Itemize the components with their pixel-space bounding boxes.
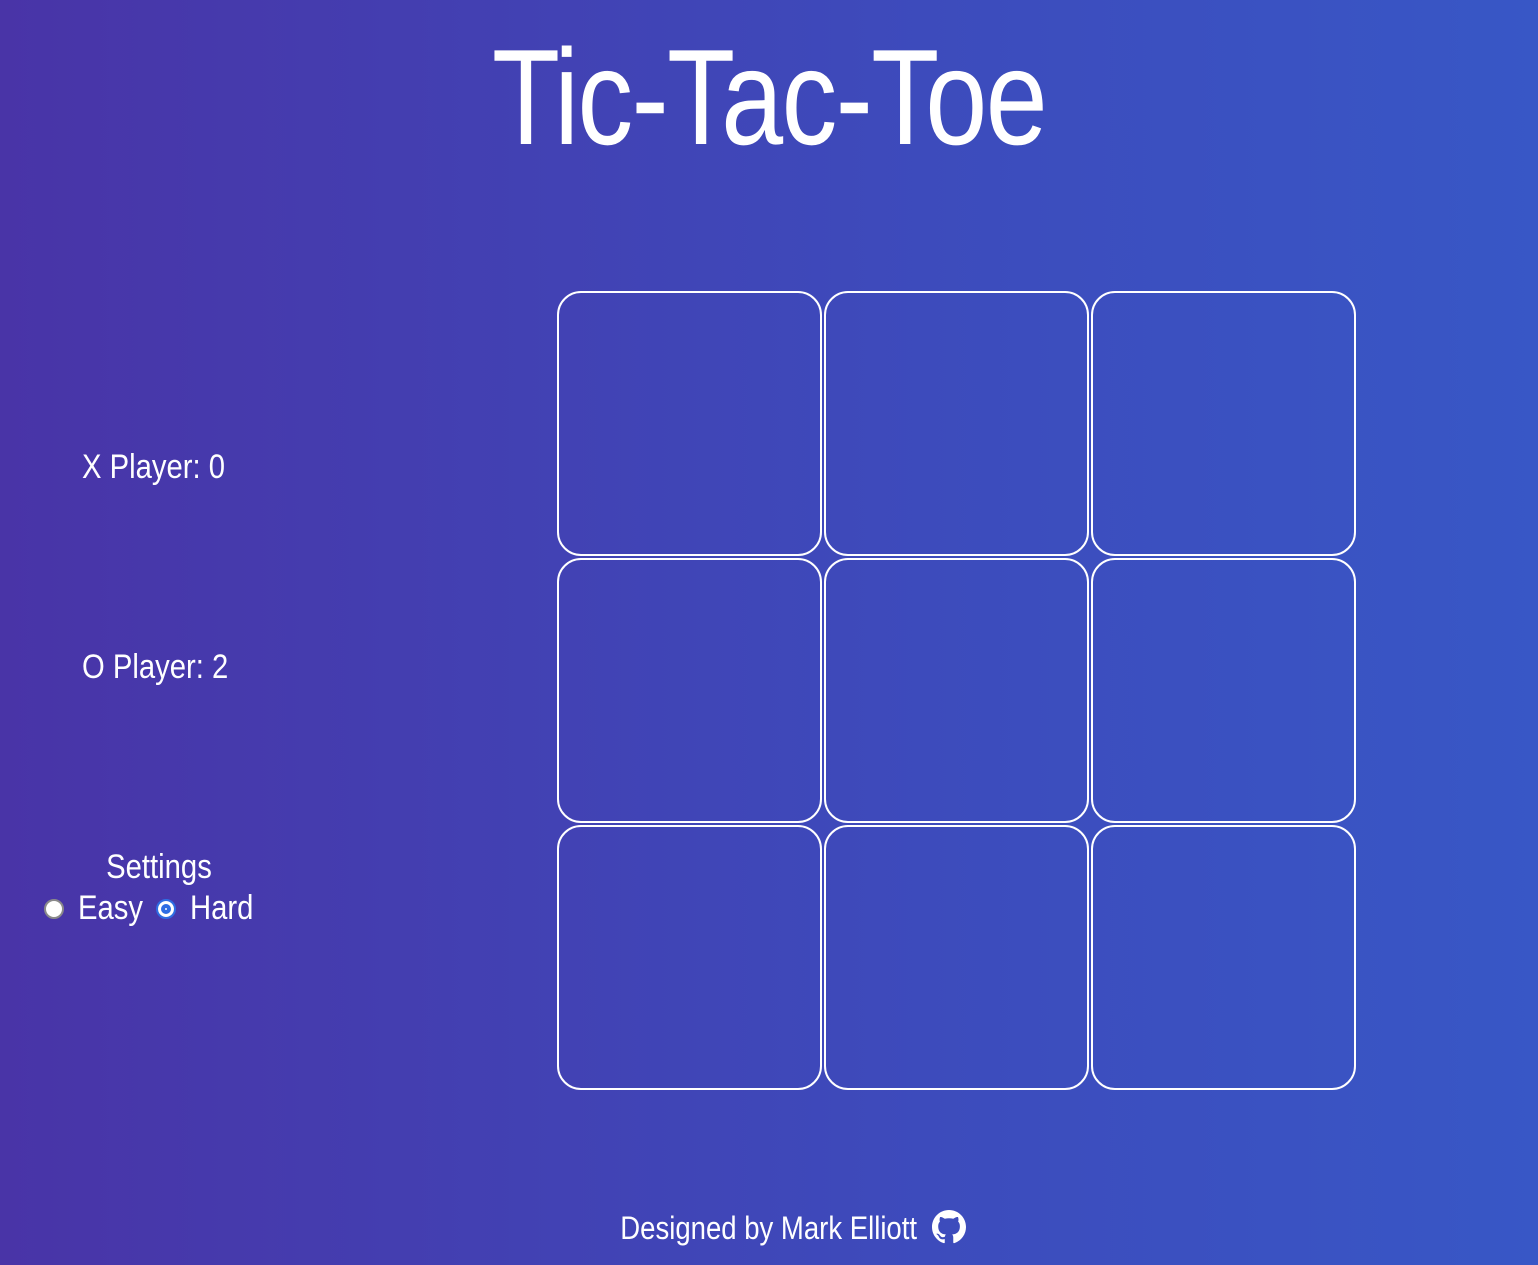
easy-radio[interactable] [44,898,64,919]
game-board [557,291,1357,1091]
x-player-score: X Player: 0 [82,448,226,486]
board-cell-9[interactable] [1091,825,1356,1090]
settings-panel: Settings Easy Hard [44,848,284,928]
page-title: Tic-Tac-Toe [491,21,1048,173]
board-cell-6[interactable] [1091,558,1356,823]
hard-radio[interactable] [156,898,176,919]
github-icon[interactable] [931,1209,966,1244]
board-cell-3[interactable] [1091,291,1356,556]
difficulty-options: Easy Hard [44,889,284,928]
board-cell-8[interactable] [824,825,1089,1090]
hard-label[interactable]: Hard [190,889,253,928]
o-player-score: O Player: 2 [82,648,229,686]
settings-title: Settings [106,848,212,886]
board-cell-4[interactable] [557,558,822,823]
board-cell-2[interactable] [824,291,1089,556]
footer: Designed by Mark Elliott [0,1209,1538,1247]
footer-credit: Designed by Mark Elliott [620,1210,918,1246]
board-cell-7[interactable] [557,825,822,1090]
board-cell-5[interactable] [824,558,1089,823]
board-cell-1[interactable] [557,291,822,556]
easy-label[interactable]: Easy [78,889,150,928]
